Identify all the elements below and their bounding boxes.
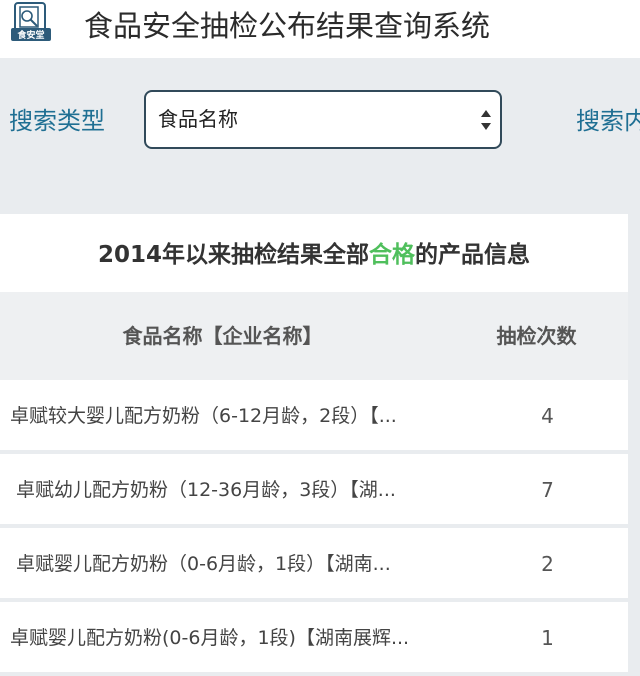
results-heading: 2014年以来抽检结果全部合格的产品信息 [0,214,628,292]
row-product-name: 卓赋婴儿配方奶粉(0-6月龄，1段)【湖南展辉... [10,627,410,649]
table-row[interactable]: 卓赋婴儿配方奶粉(0-6月龄，1段)【湖南展辉... 1 [0,602,628,676]
search-content-label: 搜索内 [576,107,640,135]
row-product-name: 卓赋较大婴儿配方奶粉（6-12月龄，2段）【... [10,405,397,427]
table-row[interactable]: 卓赋较大婴儿配方奶粉（6-12月龄，2段）【... 4 [0,380,628,454]
results-heading-suffix: 的产品信息 [415,242,530,268]
search-type-label: 搜索类型 [9,107,105,135]
row-check-count: 1 [541,626,554,650]
table-row[interactable]: 卓赋幼儿配方奶粉（12-36月龄，3段）【湖... 7 [0,454,628,528]
column-header-count: 抽检次数 [496,324,577,348]
row-check-count: 4 [541,404,554,428]
row-check-count: 7 [541,478,554,502]
select-arrows-icon [481,110,491,130]
app-logo: 食安堂 [11,2,51,41]
logo-text: 食安堂 [16,29,44,41]
app-title: 食品安全抽检公布结果查询系统 [84,9,491,43]
results-heading-highlight: 合格 [369,242,415,268]
search-type-select[interactable]: 食品名称 [144,90,502,149]
results-panel: 2014年以来抽检结果全部合格的产品信息 食品名称【企业名称】 抽检次数 卓赋较… [0,214,628,676]
results-heading-prefix: 2014年以来抽检结果全部 [97,242,369,268]
table-header: 食品名称【企业名称】 抽检次数 [0,292,628,380]
row-check-count: 2 [541,552,554,576]
row-product-name: 卓赋幼儿配方奶粉（12-36月龄，3段）【湖... [16,479,396,501]
column-header-name: 食品名称【企业名称】 [122,324,323,348]
app-header: 食安堂 食品安全抽检公布结果查询系统 [0,0,640,58]
table-row[interactable]: 卓赋婴儿配方奶粉（0-6月龄，1段）【湖南... 2 [0,528,628,602]
search-type-value: 食品名称 [158,107,238,131]
row-product-name: 卓赋婴儿配方奶粉（0-6月龄，1段）【湖南... [16,553,391,575]
